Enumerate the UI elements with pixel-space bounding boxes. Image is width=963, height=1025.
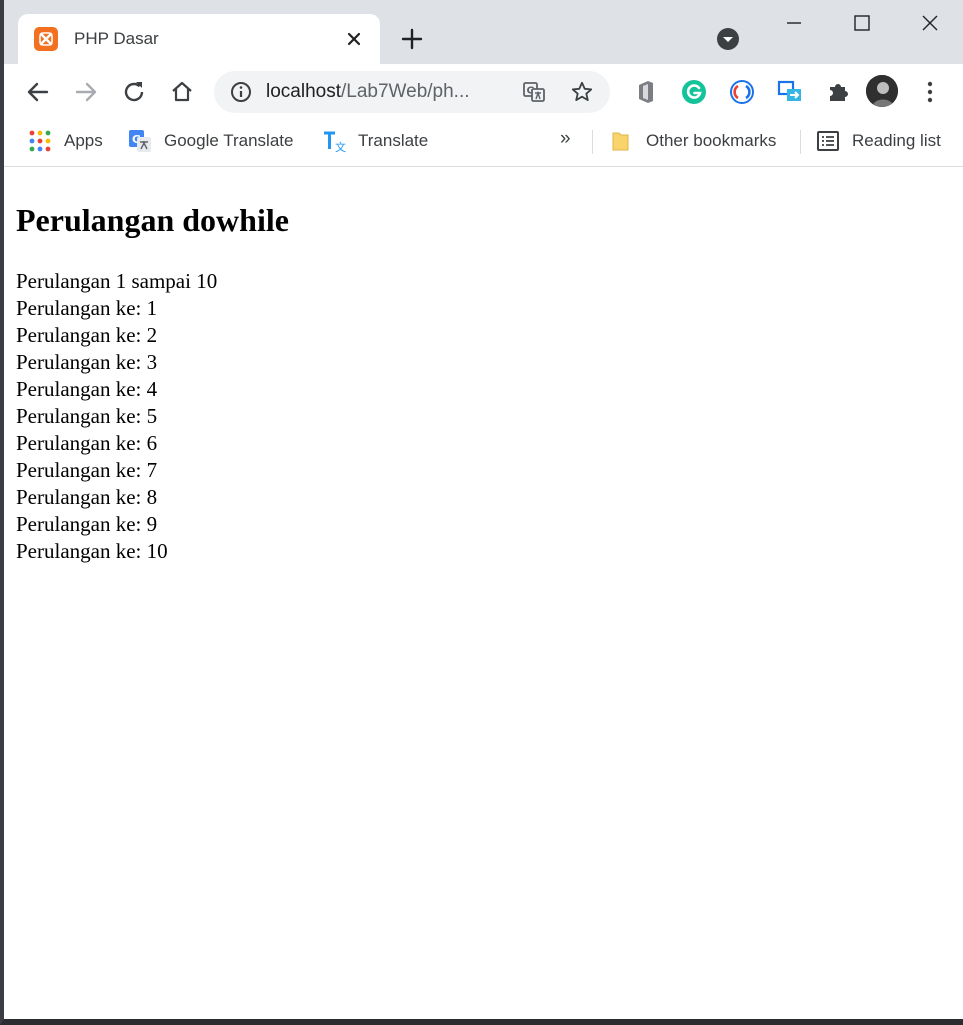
close-tab-icon[interactable] [344, 29, 364, 49]
home-icon[interactable] [168, 78, 196, 106]
active-tab[interactable]: PHP Dasar [18, 14, 380, 64]
url-path: /Lab7Web/ph... [341, 81, 470, 102]
page-heading: Perulangan dowhile [16, 202, 289, 238]
minimize-icon[interactable] [782, 12, 806, 36]
reading-list-button[interactable]: Reading list [816, 128, 941, 154]
bookmark-label: Other bookmarks [646, 131, 777, 150]
bookmarks-overflow-chevron[interactable]: » [560, 128, 571, 150]
bookmark-label: Apps [64, 131, 103, 150]
bookmark-label: Translate [358, 131, 429, 150]
svg-text:文: 文 [335, 140, 346, 153]
bookmark-label: Reading list [852, 131, 941, 150]
loop-line: Perulangan ke: 3 [16, 350, 158, 374]
tab-strip: PHP Dasar [4, 0, 963, 64]
apps-grid-icon [28, 129, 52, 153]
folder-icon [610, 129, 634, 153]
profile-avatar[interactable] [866, 75, 898, 107]
grammarly-icon[interactable] [680, 78, 708, 106]
bookmark-google-translate[interactable]: G Google Translate [128, 128, 293, 154]
loop-line: Perulangan ke: 7 [16, 458, 158, 482]
intro-line: Perulangan 1 sampai 10 [16, 269, 218, 293]
bookmark-translate[interactable]: 文 Translate [322, 128, 428, 154]
maximize-icon[interactable] [850, 12, 874, 36]
translate-page-icon[interactable]: G [522, 80, 546, 104]
output-lines: Perulangan 1 sampai 10 Perulangan ke: 1 … [16, 268, 217, 565]
bookmarks-divider [800, 130, 801, 154]
page-content: Perulangan dowhile Perulangan 1 sampai 1… [4, 167, 963, 1019]
puzzle-icon[interactable] [824, 78, 852, 106]
forward-icon[interactable] [72, 78, 100, 106]
toolbar: localhost/Lab7Web/ph... G [4, 64, 963, 120]
loop-line: Perulangan ke: 2 [16, 323, 158, 347]
loop-line: Perulangan ke: 5 [16, 404, 158, 428]
sync-icon[interactable] [728, 78, 756, 106]
address-bar[interactable]: localhost/Lab7Web/ph... G [214, 71, 610, 113]
new-tab-icon[interactable] [398, 25, 426, 53]
loop-line: Perulangan ke: 9 [16, 512, 158, 536]
back-icon[interactable] [24, 78, 52, 106]
reload-icon[interactable] [120, 78, 148, 106]
tab-title: PHP Dasar [74, 29, 159, 48]
bookmarks-divider [592, 130, 593, 154]
translate-icon: 文 [322, 129, 346, 154]
xampp-favicon-icon [34, 27, 58, 51]
url-text[interactable]: localhost/Lab7Web/ph... [266, 81, 470, 103]
cast-icon[interactable] [776, 78, 804, 106]
office-icon[interactable] [632, 78, 660, 106]
loop-line: Perulangan ke: 8 [16, 485, 158, 509]
google-translate-icon: G [128, 129, 152, 153]
loop-line: Perulangan ke: 6 [16, 431, 158, 455]
bookmarks-bar: Apps G Google Translate 文 Translate » Ot… [4, 120, 963, 167]
bookmark-apps[interactable]: Apps [28, 128, 103, 154]
bookmark-other-bookmarks[interactable]: Other bookmarks [610, 128, 776, 154]
reading-list-icon [816, 129, 840, 153]
browser-window: PHP Dasar localhost/Lab7Web/ph... G Apps… [0, 0, 963, 1025]
loop-line: Perulangan ke: 1 [16, 296, 158, 320]
tab-search-icon[interactable] [716, 27, 740, 51]
bookmark-star-icon[interactable] [570, 80, 594, 104]
url-host: localhost [266, 81, 341, 102]
loop-line: Perulangan ke: 4 [16, 377, 158, 401]
loop-line: Perulangan ke: 10 [16, 539, 168, 563]
site-info-icon[interactable] [230, 81, 252, 103]
close-window-icon[interactable] [918, 12, 942, 36]
bookmark-label: Google Translate [164, 131, 294, 150]
more-menu-icon[interactable] [918, 78, 942, 106]
